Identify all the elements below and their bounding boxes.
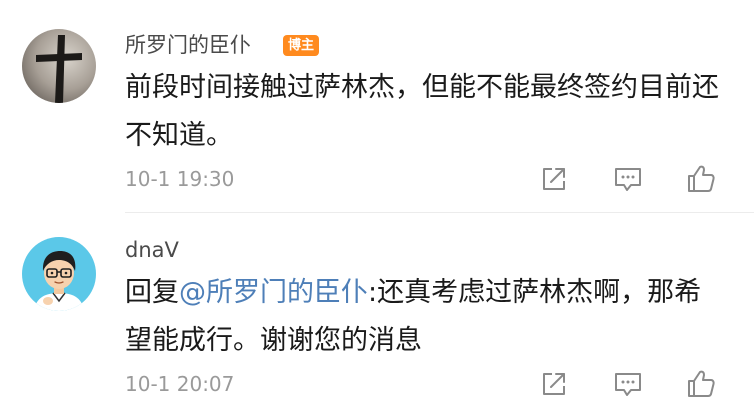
- like-button[interactable]: [684, 162, 718, 196]
- username[interactable]: 所罗门的臣仆: [125, 31, 251, 59]
- blogger-badge: 博主: [283, 35, 320, 56]
- comment-item: 所罗门的臣仆 博主 前段时间接触过萨林杰，但能不能最终签约目前还不知道。 10-…: [0, 0, 754, 213]
- share-icon: [543, 168, 565, 190]
- username[interactable]: dnaV: [125, 236, 179, 264]
- comment-item: dnaV 回复@所罗门的臣仆:还真考虑过萨林杰啊，那希望能成行。谢谢您的消息 1…: [0, 213, 754, 411]
- reply-prefix: 回复: [125, 277, 179, 308]
- comment-button[interactable]: [611, 162, 645, 196]
- comment-list: 所罗门的臣仆 博主 前段时间接触过萨林杰，但能不能最终签约目前还不知道。 10-…: [0, 0, 754, 411]
- comment-icon: [615, 373, 641, 396]
- comment-text: 回复@所罗门的臣仆:还真考虑过萨林杰啊，那希望能成行。谢谢您的消息: [125, 269, 725, 365]
- like-button[interactable]: [684, 367, 718, 401]
- comment-time: 10-1 19:30: [125, 167, 235, 191]
- comment-time: 10-1 20:07: [125, 372, 235, 396]
- like-icon: [688, 165, 715, 192]
- comment-button[interactable]: [611, 367, 645, 401]
- share-icon: [543, 373, 565, 395]
- cartoon-person-avatar-icon: [22, 237, 96, 311]
- comment-icon: [615, 168, 641, 191]
- like-icon: [688, 370, 715, 397]
- avatar[interactable]: [22, 29, 96, 103]
- cross-avatar-icon: [22, 29, 96, 103]
- share-button[interactable]: [537, 162, 571, 196]
- avatar[interactable]: [22, 237, 96, 311]
- mention-link[interactable]: @所罗门的臣仆: [179, 277, 368, 308]
- share-button[interactable]: [537, 367, 571, 401]
- comment-text: 前段时间接触过萨林杰，但能不能最终签约目前还不知道。: [125, 72, 719, 151]
